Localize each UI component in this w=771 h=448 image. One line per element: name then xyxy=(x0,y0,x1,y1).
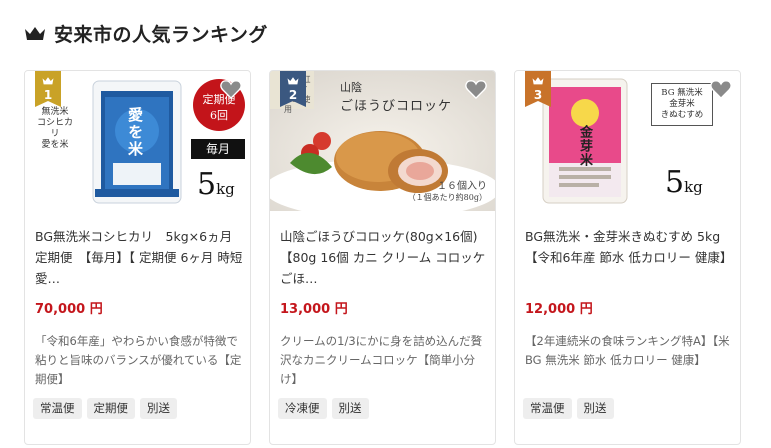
monthly-label: 毎月 xyxy=(191,139,245,159)
product-description: 【2年連続米の食味ランキング特A】【米 BG 無洗米 節水 低カロリー 健康】 xyxy=(525,334,730,367)
tag-item: 常温便 xyxy=(33,398,82,419)
thumb-label-box: BG 無洗米 金芽米 きぬむすめ xyxy=(651,83,713,126)
product-description: 「令和6年産」やわらかい食感が特徴で粘りと旨味のバランスが優れている【定期便】 xyxy=(35,334,242,386)
tag-item: 常温便 xyxy=(523,398,572,419)
weight-value: 5 xyxy=(197,167,217,202)
thumb-product: ごほうびコロッケ xyxy=(340,99,453,114)
section-header: 安来市の人気ランキング xyxy=(24,18,268,48)
thumb-side-line: 無洗米 xyxy=(41,107,69,117)
weight-unit: kg xyxy=(684,178,703,196)
favorite-heart-icon[interactable] xyxy=(710,79,732,99)
product-description: クリームの1/3にかに身を詰め込んだ贅沢なカニクリームコロッケ【簡単小分け】 xyxy=(280,334,483,386)
bag-title: 愛を米 xyxy=(126,107,144,158)
badge-line2: 6回 xyxy=(210,109,228,122)
product-price: 13,000 円 xyxy=(280,302,348,317)
rank-number: 3 xyxy=(533,88,543,102)
bag-title: 金芽米 xyxy=(577,125,592,167)
product-card-1[interactable]: 無洗米 コシヒカリ 愛を米 愛を米 定期便 6回 毎月 5kg 1 BG無洗米コ… xyxy=(24,70,251,445)
thumb-title: 山陰 ごほうびコロッケ xyxy=(340,79,452,114)
weight-label: 5kg xyxy=(197,167,235,202)
rank-badge: 1 xyxy=(35,71,61,107)
label-line: BG 無洗米 xyxy=(661,88,703,98)
tag-list: 冷凍便 別送 xyxy=(278,398,369,419)
rank-number: 2 xyxy=(288,88,298,102)
tag-item: 別送 xyxy=(140,398,177,419)
tag-item: 冷凍便 xyxy=(278,398,327,419)
thumb-side-line: 愛を米 xyxy=(41,140,69,150)
count-line1: １６個入り xyxy=(437,181,487,192)
thumb-side-line: コシヒカリ xyxy=(36,118,73,139)
rank-crown-icon xyxy=(532,77,544,85)
product-card-3[interactable]: 金芽米 BG 無洗米 金芽米 きぬむすめ 5kg 3 BG無洗米・金芽米きぬむす… xyxy=(514,70,741,445)
rank-badge: 3 xyxy=(525,71,551,107)
thumb-count: １６個入り （１個あたり約80g） xyxy=(408,177,487,203)
crown-icon xyxy=(25,27,45,40)
product-name[interactable]: 山陰ごほうびコロッケ(80g×16個)【80g 16個 カニ クリーム コロッケ… xyxy=(280,226,488,289)
tag-list: 常温便 別送 xyxy=(523,398,614,419)
weight-unit: kg xyxy=(216,180,235,198)
label-line: きぬむすめ xyxy=(660,110,704,120)
product-name[interactable]: BG無洗米・金芽米きぬむすめ 5kg【令和6年産 節水 低カロリー 健康】 xyxy=(525,226,733,268)
favorite-heart-icon[interactable] xyxy=(465,79,487,99)
rank-crown-icon xyxy=(287,77,299,85)
product-card-2[interactable]: 県産 紅ズワイガニ 使用 山陰 ごほうびコロッケ １６個入り （１個あたり約80… xyxy=(269,70,496,445)
product-price: 12,000 円 xyxy=(525,302,593,317)
count-line2: （１個あたり約80g） xyxy=(407,193,487,202)
rank-number: 1 xyxy=(43,88,53,102)
thumb-region: 山陰 xyxy=(340,81,362,94)
product-name[interactable]: BG無洗米コシヒカリ 5kg×6ヵ月定期便 【毎月】【 定期便 6ヶ月 時短 愛… xyxy=(35,226,243,289)
tag-list: 常温便 定期便 別送 xyxy=(33,398,177,419)
tag-item: 定期便 xyxy=(86,398,135,419)
thumb-side-text: 無洗米 コシヒカリ 愛を米 xyxy=(35,107,75,151)
rank-badge: 2 xyxy=(280,71,306,107)
section-title: 安来市の人気ランキング xyxy=(54,23,268,46)
tag-item: 別送 xyxy=(576,398,614,419)
rank-crown-icon xyxy=(42,77,54,85)
weight-label: 5kg xyxy=(665,165,703,200)
product-price: 70,000 円 xyxy=(35,302,103,317)
weight-value: 5 xyxy=(665,165,685,200)
favorite-heart-icon[interactable] xyxy=(220,79,242,99)
tag-item: 別送 xyxy=(331,398,369,419)
label-line: 金芽米 xyxy=(669,99,695,109)
